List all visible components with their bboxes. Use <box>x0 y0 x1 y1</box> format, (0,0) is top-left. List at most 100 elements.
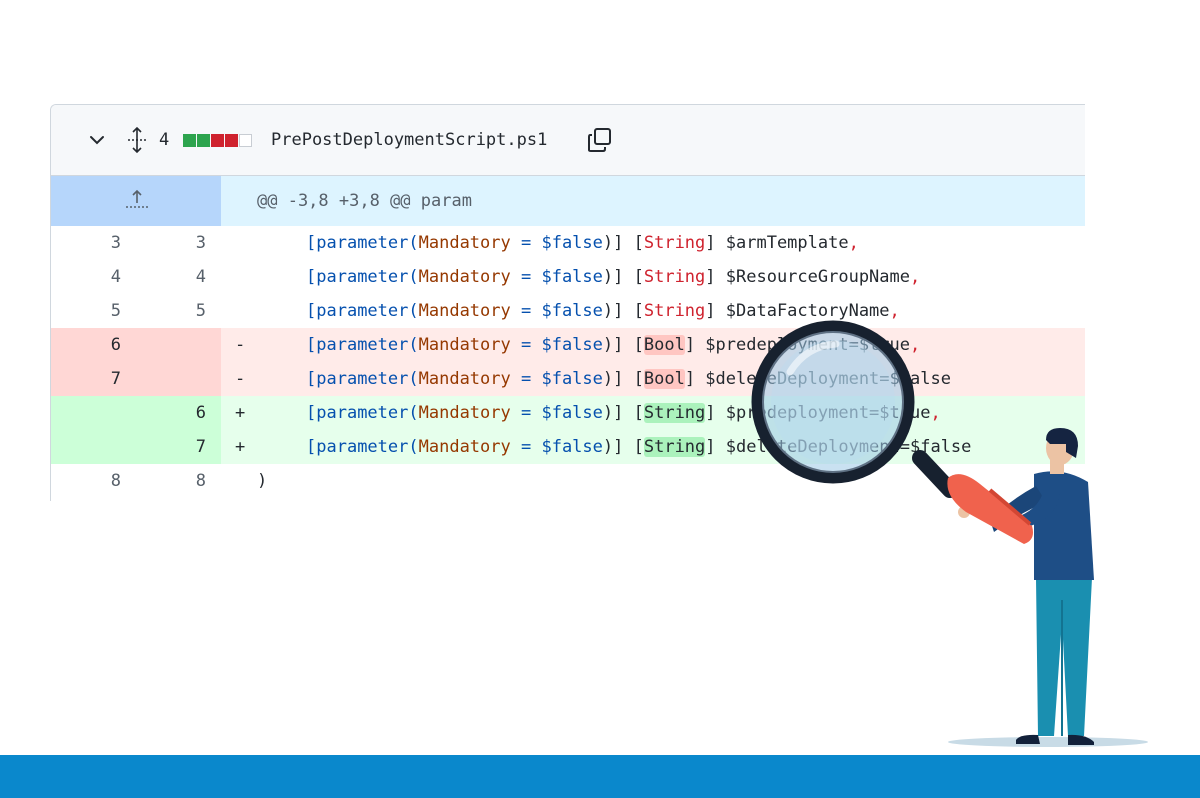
code-token: $false <box>541 369 603 389</box>
code-token: , <box>889 301 900 321</box>
code-token: )] <box>602 233 634 253</box>
code-token: ] <box>684 369 696 389</box>
type-token: String <box>643 301 706 321</box>
code-token: [ <box>306 437 317 457</box>
code-token: ] <box>705 267 716 287</box>
code-token: )] <box>602 437 634 457</box>
code-token: = <box>510 301 542 321</box>
old-line-number: 6 <box>110 335 121 355</box>
diff-line-context: 8 8) <box>51 464 1085 498</box>
chevron-down-icon[interactable] <box>87 105 107 175</box>
diff-line-added: 7 + [parameter(Mandatory = $false)] [Strin… <box>51 430 1085 464</box>
diffstat-square <box>225 133 238 147</box>
code-text: [parameter(Mandatory = $false)] [String]… <box>306 260 920 294</box>
diffstat-square <box>183 133 196 147</box>
new-line-number: 6 <box>195 403 206 423</box>
code-text: [parameter(Mandatory = $false)] [String]… <box>306 226 859 260</box>
code-token: ] <box>684 335 696 355</box>
code-token: $false <box>541 233 603 253</box>
copy-icon[interactable] <box>587 105 613 175</box>
code-token: = <box>510 437 542 457</box>
code-token: )] <box>602 267 634 287</box>
code-token: ) <box>257 471 268 491</box>
code-token: [ <box>633 403 644 423</box>
type-token: String <box>643 403 706 423</box>
code-token: ] <box>705 301 716 321</box>
code-text: [parameter(Mandatory = $false)] [String]… <box>306 430 971 464</box>
code-token: , <box>910 267 921 287</box>
code-token: ( <box>408 301 419 321</box>
diff-sign: - <box>235 335 246 355</box>
code-token: $false <box>541 437 603 457</box>
code-text: ) <box>257 464 267 498</box>
code-token: ( <box>408 369 419 389</box>
code-token: $false <box>541 301 603 321</box>
expand-up-gutter[interactable] <box>51 176 221 226</box>
variable-token: $deleteDeployment=$false <box>715 437 972 457</box>
diff-sign: + <box>235 403 246 423</box>
code-token: parameter <box>316 335 409 355</box>
code-token: [ <box>306 301 317 321</box>
code-token: )] <box>602 403 634 423</box>
code-token: = <box>510 233 542 253</box>
code-token: = <box>510 335 542 355</box>
code-token: Mandatory <box>418 403 511 423</box>
code-token: [ <box>633 267 644 287</box>
new-line-number <box>136 328 206 362</box>
variable-token: $ResourceGroupName <box>715 267 910 287</box>
code-token: [ <box>306 369 317 389</box>
type-token: String <box>643 267 706 287</box>
new-line-number: 7 <box>195 437 206 457</box>
code-token: parameter <box>316 369 409 389</box>
code-token: parameter <box>316 267 409 287</box>
code-token: parameter <box>316 233 409 253</box>
type-token: Bool <box>643 335 685 355</box>
code-token: = <box>510 267 542 287</box>
code-token: ] <box>705 403 716 423</box>
variable-token: $predeployment=$true <box>695 335 910 355</box>
code-token: , <box>910 335 921 355</box>
code-token: Mandatory <box>418 267 511 287</box>
code-text: [parameter(Mandatory = $false)] [String]… <box>306 294 900 328</box>
old-line-number: 3 <box>110 233 121 253</box>
diff-line-context: 5 5 [parameter(Mandatory = $false)] [Strin… <box>51 294 1085 328</box>
new-line-number: 5 <box>195 301 206 321</box>
code-text: [parameter(Mandatory = $false)] [String]… <box>306 396 941 430</box>
diffstat-square <box>211 133 224 147</box>
code-token: parameter <box>316 301 409 321</box>
code-token: Mandatory <box>418 369 511 389</box>
diff-line-context: 3 3 [parameter(Mandatory = $false)] [Strin… <box>51 226 1085 260</box>
changes-count: 4 <box>159 130 170 150</box>
code-token: ] <box>705 233 716 253</box>
code-token: = <box>510 403 542 423</box>
variable-token: $DataFactoryName <box>715 301 890 321</box>
diff-sign: + <box>235 437 246 457</box>
diff-line-added: 6 + [parameter(Mandatory = $false)] [Strin… <box>51 396 1085 430</box>
code-token: [ <box>633 335 644 355</box>
old-line-number: 5 <box>110 301 121 321</box>
file-name[interactable]: PrePostDeploymentScript.ps1 <box>271 105 547 175</box>
diff-line-context: 4 4 [parameter(Mandatory = $false)] [Strin… <box>51 260 1085 294</box>
brand-bar <box>0 755 1200 798</box>
hunk-header-row: @@ -3,8 +3,8 @@ param <box>51 176 1085 226</box>
old-line-number: 4 <box>110 267 121 287</box>
code-token: [ <box>306 267 317 287</box>
code-token: ] <box>705 437 716 457</box>
new-line-number: 4 <box>195 267 206 287</box>
code-token: ( <box>408 437 419 457</box>
code-token: , <box>930 403 941 423</box>
code-token: $false <box>541 267 603 287</box>
code-text: [parameter(Mandatory = $false)] [Bool] $… <box>306 328 920 362</box>
diff-view: 4 PrePostDeploymentScript.ps1 @@ -3,8 +3… <box>50 104 1085 501</box>
code-token: Mandatory <box>418 301 511 321</box>
expand-arrows-icon[interactable] <box>125 105 149 175</box>
code-token: [ <box>306 233 317 253</box>
expand-up-icon[interactable] <box>124 189 150 211</box>
code-token: )] <box>602 335 634 355</box>
code-token: $false <box>541 403 603 423</box>
variable-token: $deleteDeployment=$false <box>695 369 951 389</box>
code-token: ( <box>408 335 419 355</box>
code-token: parameter <box>316 437 409 457</box>
diff-sign: - <box>235 369 246 389</box>
new-line-number <box>136 362 206 396</box>
